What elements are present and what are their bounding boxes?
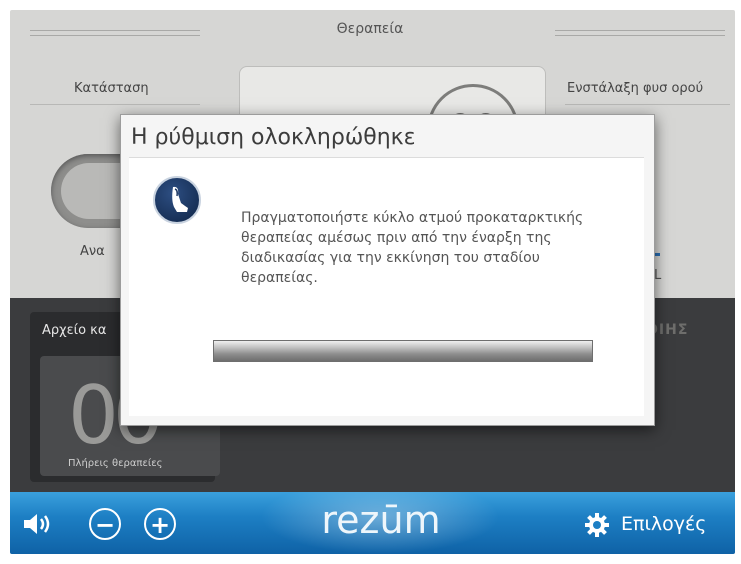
setup-complete-dialog: Η ρύθμιση ολοκληρώθηκε Πραγματοποιήστε κ…: [120, 114, 655, 426]
saline-divider: [565, 104, 730, 105]
page-title: Θεραπεία: [336, 21, 404, 37]
completed-count-caption: Πλήρεις θεραπείες: [68, 458, 163, 469]
saline-label: Ενστάλαξη φυσ ορού: [567, 81, 704, 96]
dialog-body: Πραγματοποιήστε κύκλο ατμού προκαταρκτικ…: [129, 157, 644, 416]
options-button[interactable]: Επιλογές: [621, 513, 706, 535]
dialog-title: Η ρύθμιση ολοκληρώθηκε: [131, 125, 416, 150]
saline-unit: L: [654, 268, 662, 283]
device-screen: Θεραπεία Κατάσταση Ενστάλαξη φυσ ορού 00…: [10, 10, 735, 554]
volume-down-button[interactable]: −: [89, 508, 121, 540]
handpiece-icon: [153, 176, 201, 224]
status-label: Κατάσταση: [74, 81, 149, 96]
header-divider-right: [555, 30, 725, 36]
speaker-icon[interactable]: [22, 510, 56, 538]
archive-label: Αρχείο κα: [42, 323, 107, 338]
brand-logo: rezūm: [321, 498, 441, 542]
header-divider-left: [30, 30, 200, 36]
gear-icon[interactable]: [584, 512, 610, 538]
progress-bar: [213, 340, 593, 362]
volume-up-button[interactable]: +: [144, 508, 176, 540]
dialog-message: Πραγματοποιήστε κύκλο ατμού προκαταρκτικ…: [241, 210, 584, 286]
status-divider: [30, 104, 200, 105]
toggle-label: Ανα: [80, 244, 105, 259]
